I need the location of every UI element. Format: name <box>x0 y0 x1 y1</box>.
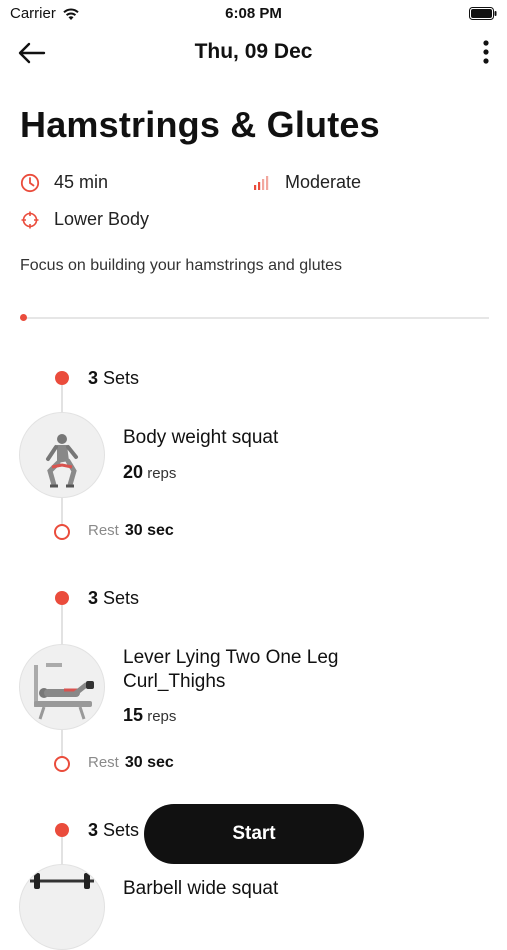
target-label: Lower Body <box>54 209 150 229</box>
workout-progress-bar <box>20 314 489 321</box>
exercise-thumbnail <box>19 412 105 498</box>
sets-label: 3 Sets <box>88 368 139 389</box>
sets-unit: Sets <box>103 588 140 608</box>
status-time: 6:08 PM <box>225 5 282 22</box>
squat-figure-icon <box>46 434 78 488</box>
signal-bars-icon <box>254 175 269 190</box>
reps-unit: reps <box>147 708 177 725</box>
exercise-reps: 20 reps <box>123 462 176 483</box>
exercise-name: Body weight squat <box>123 427 279 448</box>
battery-icon <box>469 7 497 20</box>
intensity-meta: Moderate <box>251 172 361 193</box>
exercise-thumbnail <box>19 864 105 950</box>
sets-label: 3 Sets <box>88 820 139 841</box>
rest-duration: 30 sec <box>124 754 174 771</box>
sets-count: 3 <box>88 820 99 840</box>
reps-count: 20 <box>123 462 144 482</box>
sets-label: 3 Sets <box>88 588 139 609</box>
crosshair-icon <box>21 211 39 228</box>
duration-meta: 45 min <box>20 172 108 193</box>
exercise-name: Lever Lying Two One Leg Curl_Thighs <box>123 647 339 692</box>
exercise-reps: 15 reps <box>123 705 176 726</box>
sets-unit: Sets <box>103 368 140 388</box>
rest-duration: 30 sec <box>124 522 174 539</box>
reps-unit: reps <box>147 465 177 482</box>
intensity-label: Moderate <box>285 172 362 192</box>
rest-marker <box>54 756 70 772</box>
rest-info: Rest 30 sec <box>88 522 174 540</box>
progress-indicator <box>20 314 27 321</box>
sets-count: 3 <box>88 368 99 388</box>
sets-marker <box>55 371 69 385</box>
rest-marker <box>54 524 70 540</box>
leg-curl-machine-icon <box>34 663 94 720</box>
rest-label: Rest <box>88 522 119 539</box>
exercise-thumbnail <box>19 644 105 730</box>
target-meta: Lower Body <box>20 209 149 230</box>
status-bar: Carrier 6:08 PM <box>0 0 507 28</box>
nav-title: Thu, 09 Dec <box>194 40 313 63</box>
sets-count: 3 <box>88 588 99 608</box>
reps-count: 15 <box>123 705 144 725</box>
rest-label: Rest <box>88 754 119 771</box>
rest-info: Rest 30 sec <box>88 754 174 772</box>
barbell-icon <box>30 873 94 889</box>
duration-label: 45 min <box>54 172 109 192</box>
exercise-name: Barbell wide squat <box>123 878 279 899</box>
sets-marker <box>55 823 69 837</box>
clock-icon <box>20 173 40 192</box>
nav-bar: Thu, 09 Dec <box>0 30 507 76</box>
workout-description: Focus on building your hamstrings and gl… <box>20 257 342 274</box>
more-options-icon[interactable] <box>479 38 493 68</box>
start-button[interactable]: Start <box>144 804 364 864</box>
sets-unit: Sets <box>103 820 140 840</box>
workout-title: Hamstrings & Glutes <box>20 104 380 145</box>
sets-marker <box>55 591 69 605</box>
